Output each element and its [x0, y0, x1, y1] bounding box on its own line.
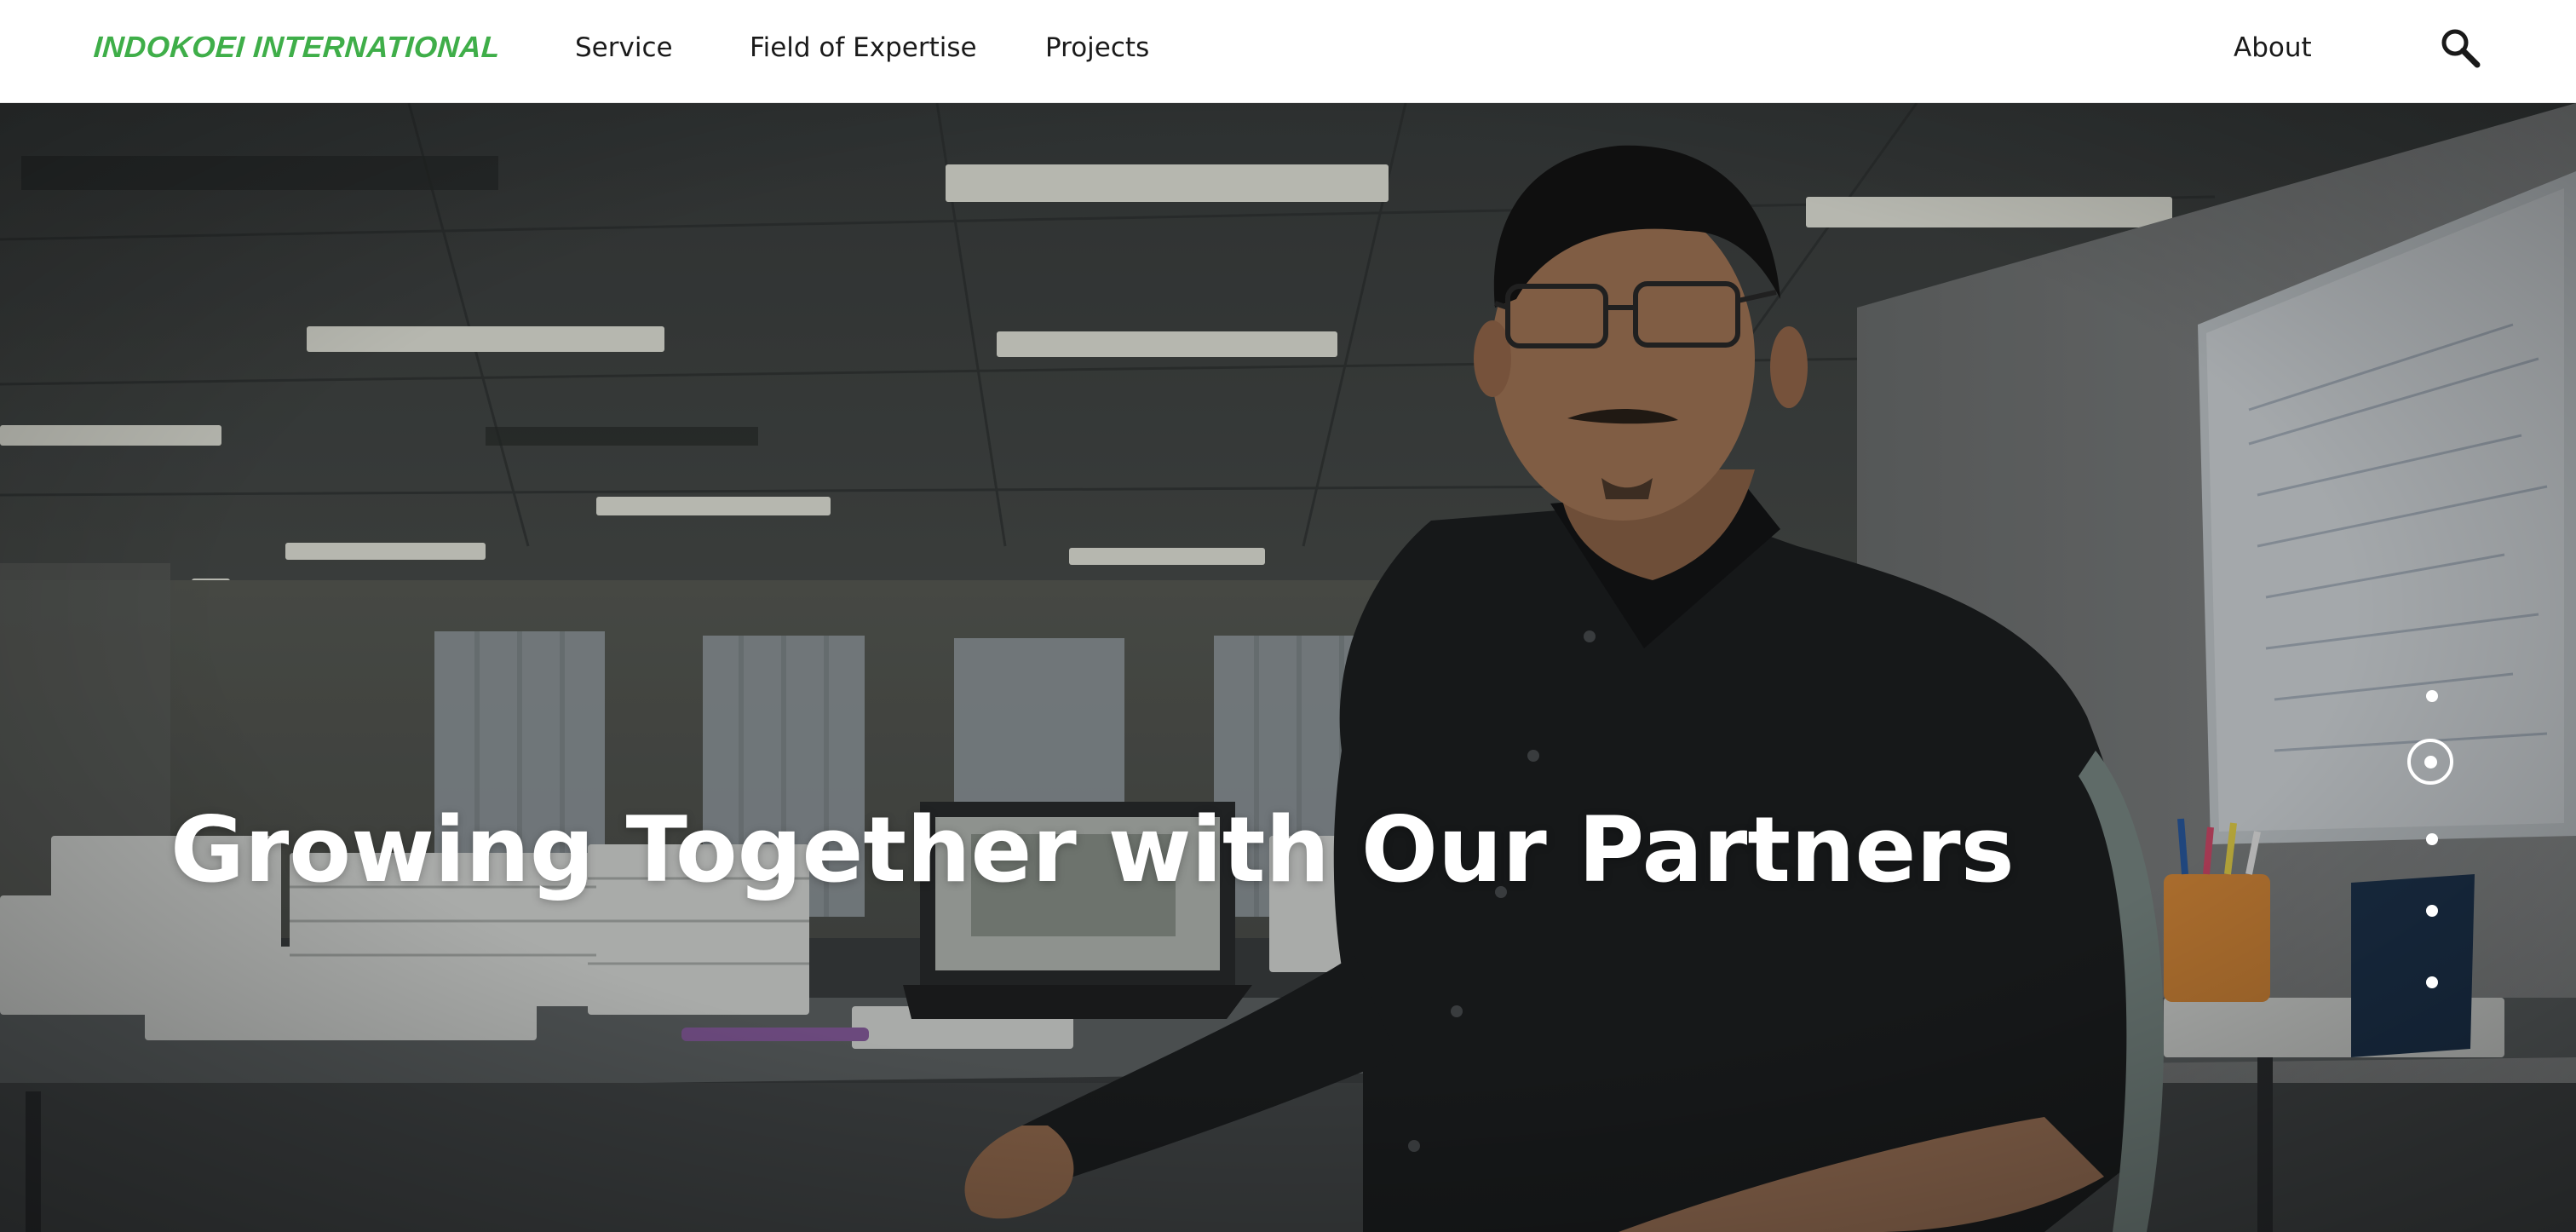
search-icon	[2441, 29, 2481, 68]
slider-dot-2-active[interactable]	[2407, 739, 2453, 785]
hero-title: Growing Together with Our Partners	[170, 797, 2015, 903]
site-header: INDOKOEI INTERNATIONAL Service Field of …	[0, 0, 2576, 103]
slider-dot-5[interactable]	[2426, 976, 2438, 988]
brand-logo[interactable]: INDOKOEI INTERNATIONAL	[93, 31, 502, 65]
nav-link-about[interactable]: About	[2234, 32, 2312, 63]
nav-link-projects[interactable]: Projects	[1045, 32, 1149, 63]
hero-slider: Growing Together with Our Partners	[0, 103, 2576, 1232]
search-button[interactable]	[2438, 26, 2482, 70]
slider-dot-1[interactable]	[2426, 690, 2438, 702]
nav-link-field-of-expertise[interactable]: Field of Expertise	[750, 32, 977, 63]
slider-dot-3[interactable]	[2426, 833, 2438, 845]
hero-background-photo	[0, 103, 2576, 1232]
slider-dot-4[interactable]	[2426, 905, 2438, 917]
slider-pagination	[2407, 103, 2458, 1232]
nav-link-service[interactable]: Service	[575, 32, 673, 63]
